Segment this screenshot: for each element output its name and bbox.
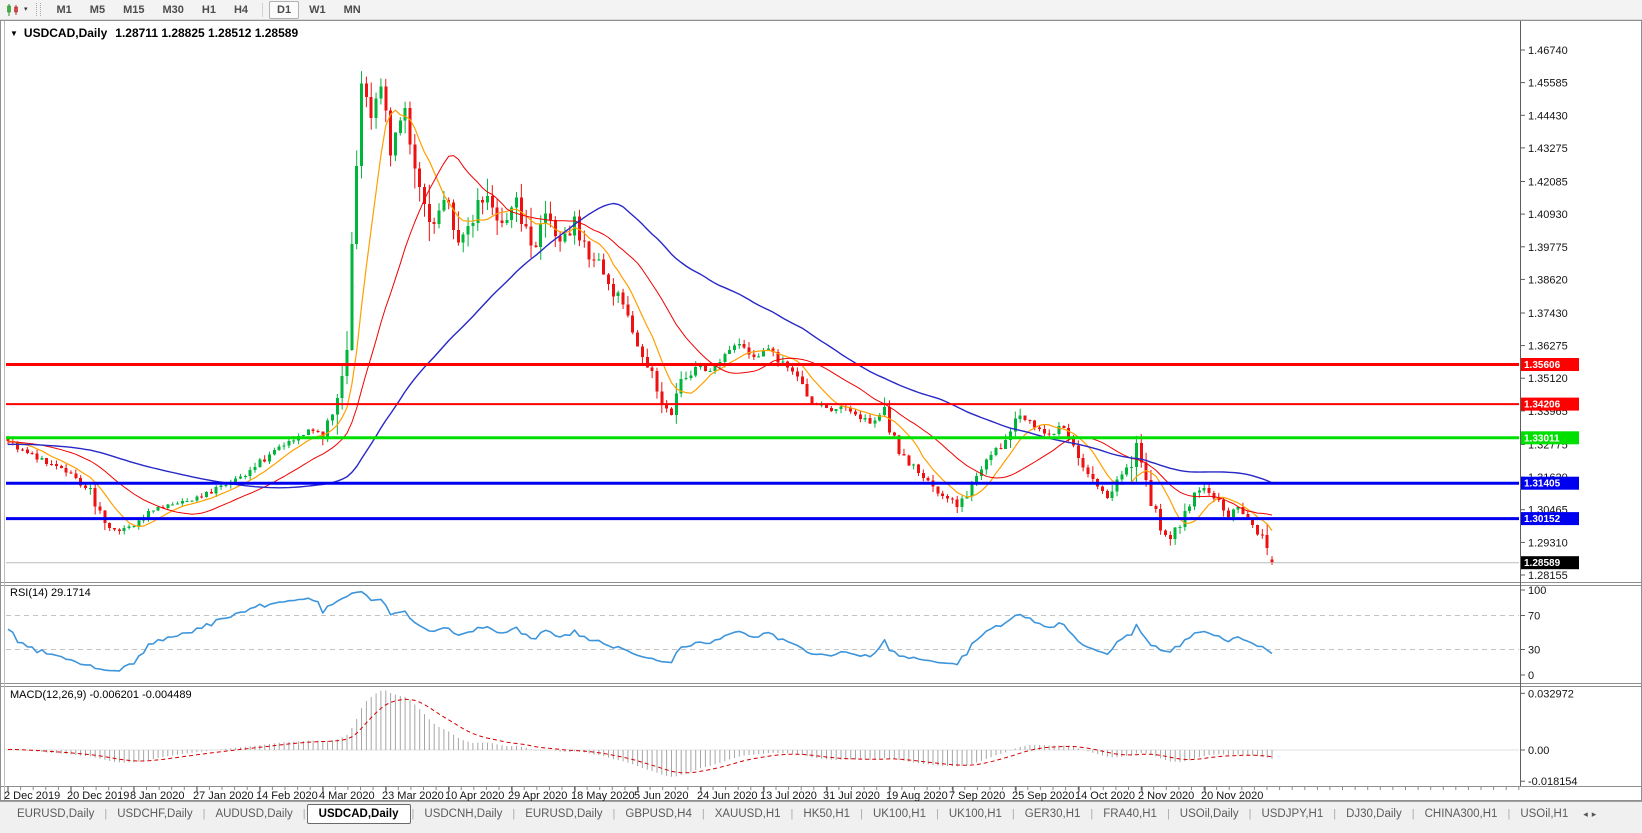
timeframe-button-m1[interactable]: M1 [49,1,80,19]
symbol-tab-uk100-h1[interactable]: UK100,H1 [864,805,935,823]
date-tick-label: 31 Jul 2020 [823,790,880,801]
price-tick-label: 1.28155 [1528,570,1568,582]
symbol-tab-hk50-h1[interactable]: HK50,H1 [794,805,859,823]
date-tick-label: 4 Mar 2020 [319,790,375,801]
timeframe-button-m5[interactable]: M5 [82,1,113,19]
collapse-arrow-icon[interactable]: ▼ [10,29,18,38]
date-tick-label: 5 Jun 2020 [634,790,688,801]
symbol-tab-usoil-h1[interactable]: USOil,H1 [1511,805,1577,823]
symbol-tab-usdcnh-daily[interactable]: USDCNH,Daily [415,805,511,823]
macd-tick-label: -0.018154 [1528,776,1578,788]
date-tick-label: 19 Aug 2020 [886,790,948,801]
chart-type-button[interactable]: ▾ [0,0,33,19]
date-tick-label: 24 Jun 2020 [697,790,758,801]
chart-symbol-period: USDCAD,Daily [23,26,108,40]
price-tick-label: 1.37430 [1528,308,1568,320]
macd-indicator-label: MACD(12,26,9) -0.006201 -0.004489 [10,689,192,701]
date-tick-label: 29 Apr 2020 [508,790,567,801]
level-price-tag: 1.35606 [1524,360,1561,371]
symbol-tab-xauusd-h1[interactable]: XAUUSD,H1 [706,805,790,823]
timeframe-button-w1[interactable]: W1 [301,1,334,19]
candlestick-chart-icon [7,3,18,16]
symbol-tab-fra40-h1[interactable]: FRA40,H1 [1094,805,1166,823]
date-tick-label: 13 Jul 2020 [760,790,817,801]
price-tick-label: 1.40930 [1528,209,1568,221]
symbol-tab-eurusd-daily[interactable]: EURUSD,Daily [516,805,611,823]
date-tick-label: 7 Sep 2020 [949,790,1005,801]
timeframe-button-mn[interactable]: MN [336,1,369,19]
tab-separator: | [302,808,306,820]
level-price-tag: 1.33011 [1524,433,1560,444]
macd-tick-label: 0.032972 [1528,688,1574,700]
symbol-tab-dj30-daily[interactable]: DJ30,Daily [1337,805,1411,823]
symbol-tab-ger30-h1[interactable]: GER30,H1 [1016,805,1090,823]
toolbar-separator [262,2,264,17]
date-tick-label: 20 Dec 2019 [67,790,129,801]
top-toolbar: ▾ M1 M5 M15 M30 H1 H4 D1 W1 MN [0,0,1642,20]
timeframe-button-h4[interactable]: H4 [226,1,256,19]
level-price-tag: 1.30152 [1524,514,1561,525]
price-tick-label: 1.39775 [1528,242,1568,254]
price-tick-label: 1.45585 [1528,78,1568,90]
timeframe-button-d1[interactable]: D1 [269,0,300,19]
symbol-tab-usdchf-daily[interactable]: USDCHF,Daily [108,805,201,823]
date-tick-label: 2 Dec 2019 [4,790,60,801]
date-tick-label: 2 Nov 2020 [1138,790,1194,801]
tab-scroll-right-icon[interactable]: ▸ [1592,809,1597,820]
timeframe-button-m30[interactable]: M30 [154,1,191,19]
rsi-tick-label: 70 [1528,611,1540,623]
date-tick-label: 8 Jan 2020 [130,790,184,801]
level-price-tag: 1.34206 [1524,400,1561,411]
timeframe-button-group: M1 M5 M15 M30 H1 H4 D1 W1 MN [48,0,370,19]
rsi-indicator-label: RSI(14) 29.1714 [10,587,91,599]
symbol-tabbar: EURUSD,Daily | USDCHF,Daily | AUDUSD,Daily | U… [0,801,1642,833]
level-price-tag: 1.28589 [1524,558,1561,569]
date-tick-label: 10 Apr 2020 [445,790,504,801]
tab-scroll-left-icon[interactable]: ◂ [1583,809,1588,820]
date-tick-label: 23 Mar 2020 [382,790,444,801]
timeframe-button-m15[interactable]: M15 [115,1,152,19]
symbol-tab-china300-h1[interactable]: CHINA300,H1 [1416,805,1507,823]
date-tick-label: 14 Oct 2020 [1075,790,1135,801]
price-tick-label: 1.35120 [1528,373,1568,385]
date-tick-label: 14 Feb 2020 [256,790,318,801]
symbol-tab-usdjpy-h1[interactable]: USDJPY,H1 [1252,805,1332,823]
date-tick-label: 20 Nov 2020 [1201,790,1263,801]
macd-tick-label: 0.00 [1528,745,1549,757]
date-tick-label: 18 May 2020 [571,790,635,801]
price-tick-label: 1.42085 [1528,177,1568,189]
chart-ohlc-values: 1.28711 1.28825 1.28512 1.28589 [115,26,299,40]
symbol-tab-gbpusd-h4[interactable]: GBPUSD,H4 [616,805,700,823]
date-tick-label: 25 Sep 2020 [1012,790,1074,801]
chevron-down-icon: ▾ [24,6,28,13]
toolbar-grip[interactable] [35,3,41,16]
chart-canvas[interactable]: 1.46740 1.45585 1.44430 1.43275 1.42085 1.409… [0,20,1642,801]
price-tick-label: 1.38620 [1528,274,1568,286]
rsi-tick-label: 30 [1528,645,1540,657]
chart-window[interactable]: 1.46740 1.45585 1.44430 1.43275 1.42085 1.409… [0,20,1642,801]
symbol-tab-eurusd-daily[interactable]: EURUSD,Daily [8,805,103,823]
symbol-tab-usoil-daily[interactable]: USOil,Daily [1171,805,1248,823]
price-tick-label: 1.46740 [1528,45,1568,57]
date-tick-label: 27 Jan 2020 [193,790,254,801]
price-tick-label: 1.36275 [1528,341,1568,353]
price-tick-label: 1.29310 [1528,537,1568,549]
price-tick-label: 1.44430 [1528,110,1568,122]
timeframe-button-h1[interactable]: H1 [194,1,224,19]
rsi-tick-label: 100 [1528,585,1546,597]
symbol-tab-uk100-h1[interactable]: UK100,H1 [940,805,1011,823]
chart-title: ▼ USDCAD,Daily 1.28711 1.28825 1.28512 1… [10,26,298,40]
price-tick-label: 1.43275 [1528,143,1568,155]
tab-scroll-controls: ◂ ▸ [1577,802,1596,826]
symbol-tab-audusd-daily[interactable]: AUDUSD,Daily [206,805,301,823]
level-price-tag: 1.31405 [1524,479,1561,490]
rsi-tick-label: 0 [1528,670,1534,682]
symbol-tab-list: EURUSD,Daily | USDCHF,Daily | AUDUSD,Daily | U… [0,802,1577,826]
symbol-tab-usdcad-daily[interactable]: USDCAD,Daily [306,804,411,824]
